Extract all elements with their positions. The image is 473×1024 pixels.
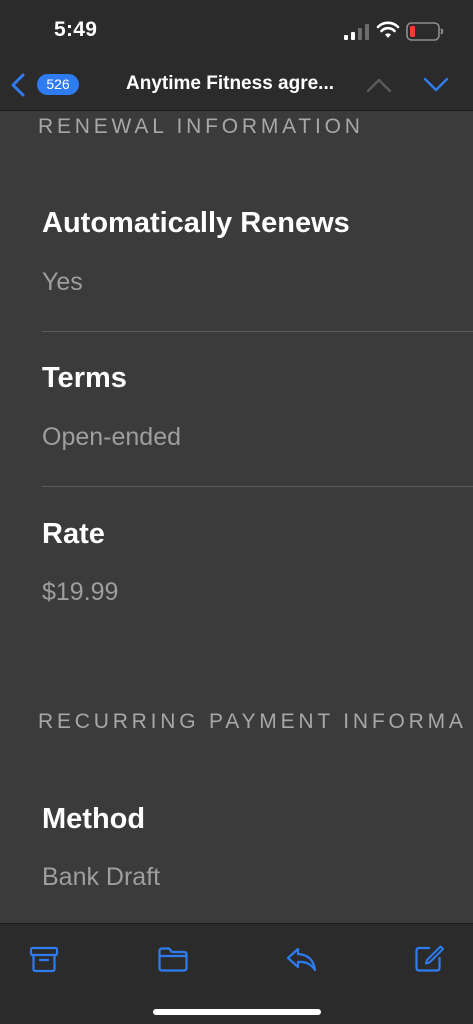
automatically-renews-value: Yes xyxy=(42,268,83,296)
status-bar: 5:49 xyxy=(0,0,473,62)
status-time: 5:49 xyxy=(54,18,98,41)
divider xyxy=(42,486,473,487)
unread-count-badge[interactable]: 526 xyxy=(37,74,79,95)
rate-label: Rate xyxy=(42,518,105,550)
archive-icon[interactable] xyxy=(28,944,60,974)
compose-icon[interactable] xyxy=(413,944,445,974)
battery-low-icon xyxy=(406,22,444,41)
home-indicator[interactable] xyxy=(153,1009,321,1015)
wifi-icon xyxy=(376,21,400,38)
message-toolbar xyxy=(0,923,473,1024)
terms-label: Terms xyxy=(42,362,127,394)
email-body: RENEWAL INFORMATION Automatically Renews… xyxy=(0,111,473,923)
folder-icon[interactable] xyxy=(157,944,189,974)
renewal-section-heading: RENEWAL INFORMATION xyxy=(38,115,364,138)
automatically-renews-label: Automatically Renews xyxy=(42,207,350,239)
chevron-down-icon[interactable] xyxy=(423,74,449,96)
reply-icon[interactable] xyxy=(285,944,317,974)
mail-message-screen: 5:49 526 Anytime Fitness agre... RENEWAL… xyxy=(0,0,473,1024)
terms-value: Open-ended xyxy=(42,423,182,451)
method-value: Bank Draft xyxy=(42,863,161,891)
chevron-left-icon[interactable] xyxy=(8,72,28,98)
divider xyxy=(42,331,473,332)
message-nav-bar: 526 Anytime Fitness agre... xyxy=(0,62,473,111)
rate-value: $19.99 xyxy=(42,578,119,606)
message-subject-title: Anytime Fitness agre... xyxy=(126,73,335,94)
cellular-signal-icon xyxy=(344,24,369,40)
chevron-up-icon[interactable] xyxy=(366,74,392,96)
recurring-payment-section-heading: RECURRING PAYMENT INFORMA xyxy=(38,710,467,733)
method-label: Method xyxy=(42,803,146,835)
